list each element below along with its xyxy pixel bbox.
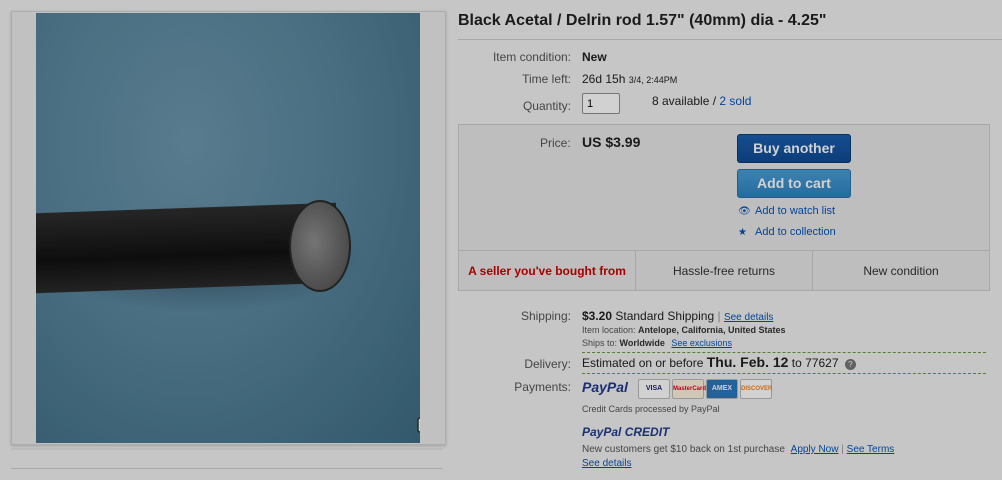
time-left-end: 3/4, 2:44PM	[628, 75, 678, 85]
visa-icon: VISA	[638, 379, 670, 399]
product-photo[interactable]	[36, 13, 420, 443]
camera-icon[interactable]	[416, 413, 420, 435]
availability: 8 available / 2 sold	[652, 94, 751, 108]
discover-icon: DISCOVER	[740, 379, 772, 399]
returns-badge: Hassle-free returns	[636, 251, 813, 291]
time-left-remaining: 26d 15h	[582, 72, 626, 86]
item-title: Black Acetal / Delrin rod 1.57" (40mm) d…	[458, 12, 827, 29]
quantity-input[interactable]	[582, 93, 620, 114]
exclusions-link[interactable]: See exclusions	[671, 338, 732, 348]
shipping-separator: |	[717, 309, 721, 323]
availability-separator: /	[712, 94, 717, 108]
condition-label: Item condition:	[492, 50, 571, 64]
apply-now-link[interactable]: Apply Now	[791, 444, 839, 455]
delivery-prefix: Estimated on or before	[582, 356, 704, 370]
delivery-line: Estimated on or before Thu. Feb. 12 to 7…	[582, 354, 856, 370]
delivery-top-rule	[582, 352, 986, 353]
card-logos: VISA MasterCard AMEX DISCOVER	[638, 379, 772, 399]
credit-offer-text: New customers get $10 back on 1st purcha…	[582, 444, 785, 455]
time-left-value: 26d 15h 3/4, 2:44PM	[582, 72, 677, 86]
seller-badge: A seller you've bought from	[459, 251, 636, 291]
condition-value: New	[582, 50, 607, 64]
ships-to-value: Worldwide	[619, 338, 665, 348]
ships-to-label: Ships to:	[582, 338, 618, 348]
shipping-line: $3.20 Standard Shipping | See details	[582, 309, 773, 323]
buy-another-button[interactable]: Buy another	[737, 134, 851, 163]
item-location-label: Item location:	[582, 325, 636, 335]
paypal-credit-logo: PayPal CREDIT	[582, 425, 670, 439]
price-value: US $3.99	[582, 134, 641, 150]
price-label: Price:	[540, 136, 571, 150]
quantity-label: Quantity:	[522, 99, 571, 113]
shipping-label: Shipping:	[520, 309, 571, 323]
eye-icon: 👁	[738, 206, 751, 217]
delivery-label: Delivery:	[524, 357, 571, 371]
add-to-cart-button[interactable]: Add to cart	[737, 169, 851, 198]
credit-separator: |	[841, 444, 844, 455]
watch-list-link[interactable]: Add to watch list	[755, 205, 835, 217]
star-icon: ★	[738, 227, 747, 238]
mastercard-icon: MasterCard	[672, 379, 706, 399]
product-image-frame	[11, 11, 446, 445]
item-location-value: Antelope, California, United States	[638, 325, 786, 335]
condition-badge: New condition	[863, 264, 939, 278]
amex-icon: AMEX	[706, 379, 738, 399]
payment-details-link[interactable]: See details	[582, 458, 631, 469]
image-divider	[11, 468, 443, 469]
see-terms-link[interactable]: See Terms	[847, 444, 895, 455]
item-location: Item location: Antelope, California, Uni…	[582, 325, 786, 335]
shipping-cost: $3.20	[582, 309, 613, 323]
credit-offer: New customers get $10 back on 1st purcha…	[582, 444, 894, 455]
shipping-method: Standard Shipping	[615, 309, 715, 323]
delivery-zip: to 77627	[791, 356, 839, 370]
delivery-date: Thu. Feb. 12	[706, 354, 789, 370]
payments-label: Payments:	[514, 380, 571, 394]
shipping-details-link[interactable]: See details	[724, 312, 773, 323]
payment-details: See details	[582, 458, 631, 469]
feature-row: A seller you've bought from Hassle-free …	[459, 250, 989, 291]
title-divider	[458, 39, 1002, 40]
sold-link[interactable]: 2 sold	[719, 94, 751, 108]
available-count: 8 available	[652, 94, 710, 108]
time-left-label: Time left:	[522, 72, 571, 86]
collection-link[interactable]: Add to collection	[755, 226, 836, 238]
ships-to: Ships to: Worldwide See exclusions	[582, 338, 732, 348]
paypal-logo: PayPal	[582, 379, 628, 395]
delivery-bottom-rule	[582, 373, 986, 374]
image-shadow-line	[11, 448, 443, 450]
help-icon[interactable]: ?	[844, 359, 856, 370]
rod-end-face	[289, 200, 351, 292]
credit-card-note: Credit Cards processed by PayPal	[582, 404, 720, 414]
